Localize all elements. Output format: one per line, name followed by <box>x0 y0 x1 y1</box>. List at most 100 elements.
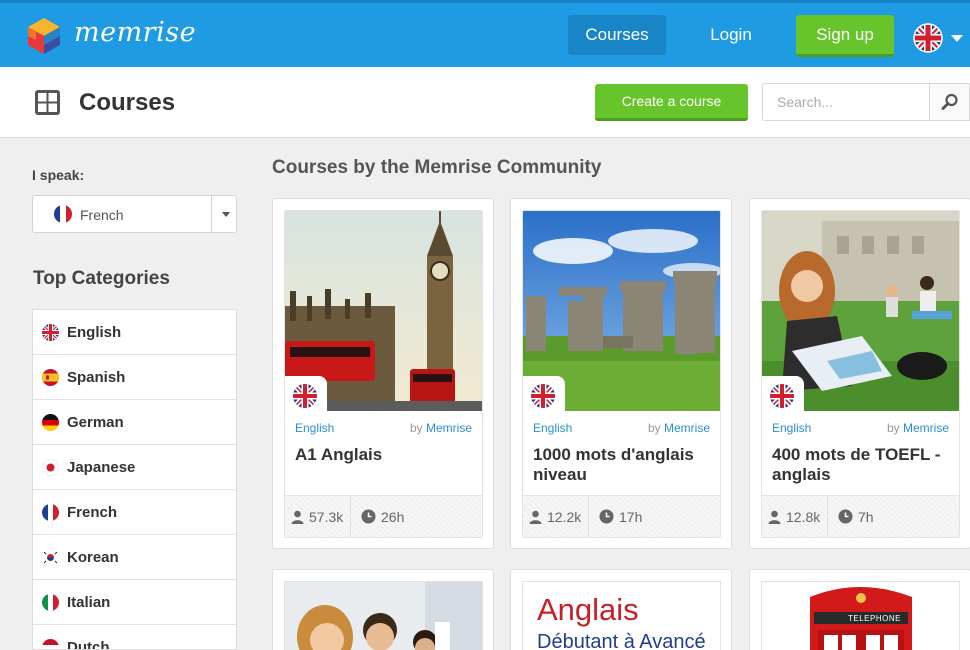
by-prefix: by <box>886 421 900 435</box>
course-card-link[interactable]: Anglais Débutant à Avancé <box>522 581 721 650</box>
page-title: Courses <box>79 89 176 116</box>
learners-value: 12.2k <box>547 509 582 525</box>
course-author: by Memrise <box>410 421 472 435</box>
korea-flag-icon <box>42 549 59 566</box>
category-item-japanese[interactable]: Japanese <box>33 445 236 490</box>
clock-icon <box>838 509 853 524</box>
course-card: English by Memrise A1 Anglais 57.3k 26h <box>272 198 494 549</box>
person-icon <box>529 510 542 524</box>
category-item-italian[interactable]: Italian <box>33 580 236 625</box>
course-flag-badge <box>762 376 804 416</box>
course-stats: 12.2k 17h <box>523 495 720 537</box>
category-label: Dutch <box>67 639 110 650</box>
create-course-button[interactable]: Create a course <box>595 84 748 121</box>
course-stats: 57.3k 26h <box>285 495 482 537</box>
duration-value: 26h <box>381 509 405 525</box>
course-card-link[interactable]: TELEPHONE <box>761 581 960 650</box>
course-flag-badge <box>523 376 565 416</box>
course-language[interactable]: English <box>533 421 572 435</box>
person-icon <box>291 510 304 524</box>
duration-value: 17h <box>619 509 643 525</box>
course-name[interactable]: 1000 mots d'anglais niveau <box>533 445 713 485</box>
memrise-logo-icon[interactable] <box>26 17 62 55</box>
italy-flag-icon <box>42 594 59 611</box>
top-navigation-bar: memrise Courses Login Sign up <box>0 0 970 67</box>
course-card: English by Memrise 400 mots de TOEFL - a… <box>749 198 970 549</box>
stat-divider <box>588 496 589 537</box>
signup-button[interactable]: Sign up <box>796 15 894 57</box>
netherlands-flag-icon <box>42 639 59 649</box>
category-label: Japanese <box>67 459 136 476</box>
dropdown-divider <box>211 196 212 232</box>
uk-flag-icon <box>913 23 943 53</box>
category-item-korean[interactable]: Korean <box>33 535 236 580</box>
course-author: by Memrise <box>648 421 710 435</box>
search-input[interactable] <box>762 83 930 121</box>
speak-language-value: French <box>80 207 124 223</box>
course-card-link[interactable]: English by Memrise A1 Anglais 57.3k 26h <box>284 210 483 538</box>
learners-count: 12.2k <box>529 509 581 525</box>
course-name[interactable]: 400 mots de TOEFL - anglais <box>772 445 952 485</box>
search-icon <box>941 93 958 110</box>
course-duration: 26h <box>361 509 404 525</box>
france-flag-icon <box>42 504 59 521</box>
i-speak-label: I speak: <box>32 167 85 183</box>
category-label: Spanish <box>67 369 126 386</box>
category-item-german[interactable]: German <box>33 400 236 445</box>
learners-value: 12.8k <box>786 509 821 525</box>
chevron-down-icon <box>222 212 230 217</box>
author-link[interactable]: Memrise <box>664 421 710 435</box>
learners-value: 57.3k <box>309 509 344 525</box>
nav-courses-button[interactable]: Courses <box>568 15 666 55</box>
course-card-link[interactable] <box>284 581 483 650</box>
by-prefix: by <box>647 421 661 435</box>
course-image-people <box>285 582 482 650</box>
speak-language-dropdown[interactable]: French <box>32 195 237 233</box>
learners-count: 57.3k <box>291 509 343 525</box>
top-categories-title: Top Categories <box>33 268 170 289</box>
stat-divider <box>350 496 351 537</box>
stat-divider <box>827 496 828 537</box>
language-selector-button[interactable] <box>913 23 963 53</box>
brand-name[interactable]: memrise <box>74 17 196 48</box>
author-link[interactable]: Memrise <box>903 421 949 435</box>
course-card-link[interactable]: English by Memrise 1000 mots d'anglais n… <box>522 210 721 538</box>
course-card-link[interactable]: English by Memrise 400 mots de TOEFL - a… <box>761 210 960 538</box>
category-label: German <box>67 414 124 431</box>
course-image-title: Anglais <box>537 592 639 627</box>
category-item-dutch[interactable]: Dutch <box>33 625 236 650</box>
uk-flag-icon <box>293 384 317 408</box>
category-item-spanish[interactable]: Spanish <box>33 355 236 400</box>
course-duration: 7h <box>838 509 874 525</box>
course-name[interactable]: A1 Anglais <box>295 445 475 465</box>
course-stats: 12.8k 7h <box>762 495 959 537</box>
course-flag-badge <box>285 376 327 416</box>
uk-flag-icon <box>770 384 794 408</box>
course-card: Anglais Débutant à Avancé <box>510 569 732 650</box>
grid-icon <box>35 90 60 115</box>
japan-flag-icon <box>42 459 59 476</box>
duration-value: 7h <box>858 509 874 525</box>
category-label: Italian <box>67 594 111 611</box>
person-icon <box>768 510 781 524</box>
telephone-sign: TELEPHONE <box>848 614 901 623</box>
uk-flag-icon <box>42 324 59 341</box>
nav-login-button[interactable]: Login <box>690 15 772 55</box>
spain-flag-icon <box>42 369 59 386</box>
author-link[interactable]: Memrise <box>426 421 472 435</box>
section-title: Courses by the Memrise Community <box>272 157 602 178</box>
germany-flag-icon <box>42 414 59 431</box>
category-item-french[interactable]: French <box>33 490 236 535</box>
category-list: English Spanish German Japanese French K… <box>32 309 237 650</box>
course-language[interactable]: English <box>295 421 334 435</box>
category-label: French <box>67 504 118 521</box>
course-card <box>272 569 494 650</box>
search-button[interactable] <box>929 83 970 121</box>
learners-count: 12.8k <box>768 509 820 525</box>
category-label: Korean <box>67 549 119 566</box>
course-image-subtitle: Débutant à Avancé <box>537 631 706 650</box>
course-card: English by Memrise 1000 mots d'anglais n… <box>510 198 732 549</box>
page-header: Courses Create a course <box>0 67 970 138</box>
course-language[interactable]: English <box>772 421 811 435</box>
category-item-english[interactable]: English <box>33 310 236 355</box>
